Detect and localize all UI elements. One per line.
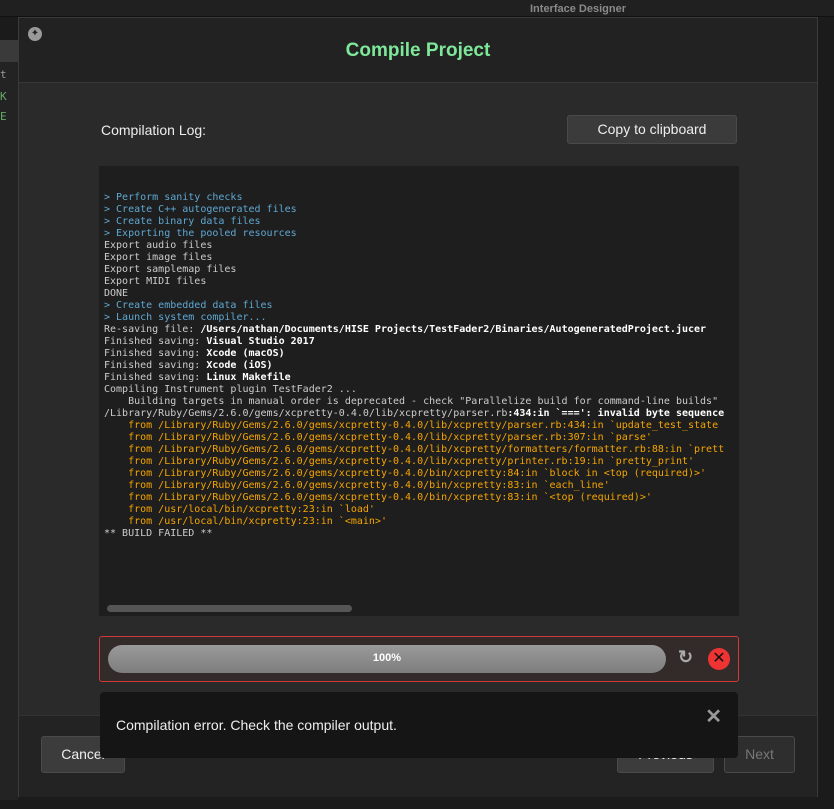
log-text: Export audio files xyxy=(104,240,213,251)
background-window-title: Interface Designer xyxy=(530,3,626,15)
log-text: from /Library/Ruby/Gems/2.6.0/gems/xcpre… xyxy=(104,432,652,443)
log-text: from /Library/Ruby/Gems/2.6.0/gems/xcpre… xyxy=(104,420,719,431)
background-item: K xyxy=(0,90,7,103)
background-window-titlebar: Interface Designer xyxy=(0,0,834,17)
log-emphasis: Visual Studio 2017 xyxy=(200,336,315,347)
log-line: > Create embedded data files xyxy=(104,300,739,312)
log-line: Export MIDI files xyxy=(104,276,739,288)
hise-logo-icon: ✦ xyxy=(28,27,42,41)
log-line: from /Library/Ruby/Gems/2.6.0/gems/xcpre… xyxy=(104,468,739,480)
log-text: Building targets in manual order is depr… xyxy=(104,396,719,407)
log-line: Finished saving: Visual Studio 2017 xyxy=(104,336,739,348)
log-text: from /usr/local/bin/xcpretty:23:in `load… xyxy=(104,504,375,515)
log-text: Export image files xyxy=(104,252,213,263)
log-line: from /Library/Ruby/Gems/2.6.0/gems/xcpre… xyxy=(104,444,739,456)
log-text: Export samplemap files xyxy=(104,264,237,275)
log-text: from /Library/Ruby/Gems/2.6.0/gems/xcpre… xyxy=(104,456,695,467)
log-line: Compiling Instrument plugin TestFader2 .… xyxy=(104,384,739,396)
progress-bar: 100% xyxy=(108,645,666,673)
log-text: from /Library/Ruby/Gems/2.6.0/gems/xcpre… xyxy=(104,480,610,491)
log-text: > Create embedded data files xyxy=(104,300,273,311)
log-line: from /Library/Ruby/Gems/2.6.0/gems/xcpre… xyxy=(104,456,739,468)
background-sidebar xyxy=(0,40,18,800)
log-text: /Library/Ruby/Gems/2.6.0/gems/xcpretty-0… xyxy=(104,408,508,419)
log-line: Export audio files xyxy=(104,240,739,252)
log-line: from /Library/Ruby/Gems/2.6.0/gems/xcpre… xyxy=(104,432,739,444)
horizontal-scrollbar[interactable] xyxy=(107,605,352,612)
log-line: /Library/Ruby/Gems/2.6.0/gems/xcpretty-0… xyxy=(104,408,739,420)
close-icon[interactable]: ✕ xyxy=(705,704,722,729)
log-text: Finished saving: xyxy=(104,372,201,383)
log-line: > Create binary data files xyxy=(104,216,739,228)
log-line: Export samplemap files xyxy=(104,264,739,276)
retry-icon[interactable]: ↻ xyxy=(678,647,693,668)
log-emphasis: Xcode (macOS) xyxy=(200,348,285,359)
log-text: > Create binary data files xyxy=(104,216,261,227)
log-line: from /Library/Ruby/Gems/2.6.0/gems/xcpre… xyxy=(104,420,739,432)
progress-panel: 100% ↻ ✕ xyxy=(99,636,739,682)
compile-dialog: ✦ Compile Project Compilation Log: Copy … xyxy=(18,17,818,797)
log-line: from /Library/Ruby/Gems/2.6.0/gems/xcpre… xyxy=(104,480,739,492)
copy-to-clipboard-button[interactable]: Copy to clipboard xyxy=(567,115,737,144)
log-line: DONE xyxy=(104,288,739,300)
log-emphasis: :434:in `===': invalid byte sequence xyxy=(507,408,725,419)
log-text: Re-saving file: xyxy=(104,324,195,335)
log-line: Finished saving: Linux Makefile xyxy=(104,372,739,384)
log-text: ** BUILD FAILED ** xyxy=(104,528,213,539)
log-line: Finished saving: Xcode (iOS) xyxy=(104,360,739,372)
error-toast: Compilation error. Check the compiler ou… xyxy=(100,692,738,758)
background-item: E xyxy=(0,110,7,123)
log-label: Compilation Log: xyxy=(101,122,207,138)
log-text: from /usr/local/bin/xcpretty:23:in `<mai… xyxy=(104,516,387,527)
dialog-header: ✦ Compile Project xyxy=(19,18,817,83)
log-line: from /usr/local/bin/xcpretty:23:in `load… xyxy=(104,504,739,516)
log-text: > Exporting the pooled resources xyxy=(104,228,297,239)
dialog-title: Compile Project xyxy=(345,40,491,61)
log-text: Export MIDI files xyxy=(104,276,207,287)
log-line: from /Library/Ruby/Gems/2.6.0/gems/xcpre… xyxy=(104,492,739,504)
log-line: Finished saving: Xcode (macOS) xyxy=(104,348,739,360)
compilation-log[interactable]: > Perform sanity checks > Create C++ auto… xyxy=(99,166,739,616)
log-line: > Create C++ autogenerated files xyxy=(104,204,739,216)
log-line: > Launch system compiler... xyxy=(104,312,739,324)
log-line: > Exporting the pooled resources xyxy=(104,228,739,240)
log-line: Building targets in manual order is depr… xyxy=(104,396,739,408)
toast-message: Compilation error. Check the compiler ou… xyxy=(116,717,397,733)
log-text: Compiling Instrument plugin TestFader2 .… xyxy=(104,384,357,395)
log-text: Finished saving: xyxy=(104,336,201,347)
log-text: > Perform sanity checks xyxy=(104,192,243,203)
error-close-icon[interactable]: ✕ xyxy=(708,648,730,670)
log-line: from /usr/local/bin/xcpretty:23:in `<mai… xyxy=(104,516,739,528)
log-text: > Launch system compiler... xyxy=(104,312,267,323)
log-text: > Create C++ autogenerated files xyxy=(104,204,297,215)
log-emphasis: /Users/nathan/Documents/HISE Projects/Te… xyxy=(194,324,707,335)
log-text: from /Library/Ruby/Gems/2.6.0/gems/xcpre… xyxy=(104,492,652,503)
log-emphasis: Xcode (iOS) xyxy=(200,360,273,371)
log-line: > Perform sanity checks xyxy=(104,192,739,204)
log-line: ** BUILD FAILED ** xyxy=(104,528,739,540)
log-text: Finished saving: xyxy=(104,348,201,359)
progress-label: 100% xyxy=(372,652,402,664)
log-line: Re-saving file: /Users/nathan/Documents/… xyxy=(104,324,739,336)
log-text: DONE xyxy=(104,288,129,299)
log-text: from /Library/Ruby/Gems/2.6.0/gems/xcpre… xyxy=(104,444,725,455)
background-item: t xyxy=(0,68,7,81)
log-emphasis: Linux Makefile xyxy=(200,372,291,383)
log-line: Export image files xyxy=(104,252,739,264)
log-text: Finished saving: xyxy=(104,360,201,371)
log-text: from /Library/Ruby/Gems/2.6.0/gems/xcpre… xyxy=(104,468,707,479)
